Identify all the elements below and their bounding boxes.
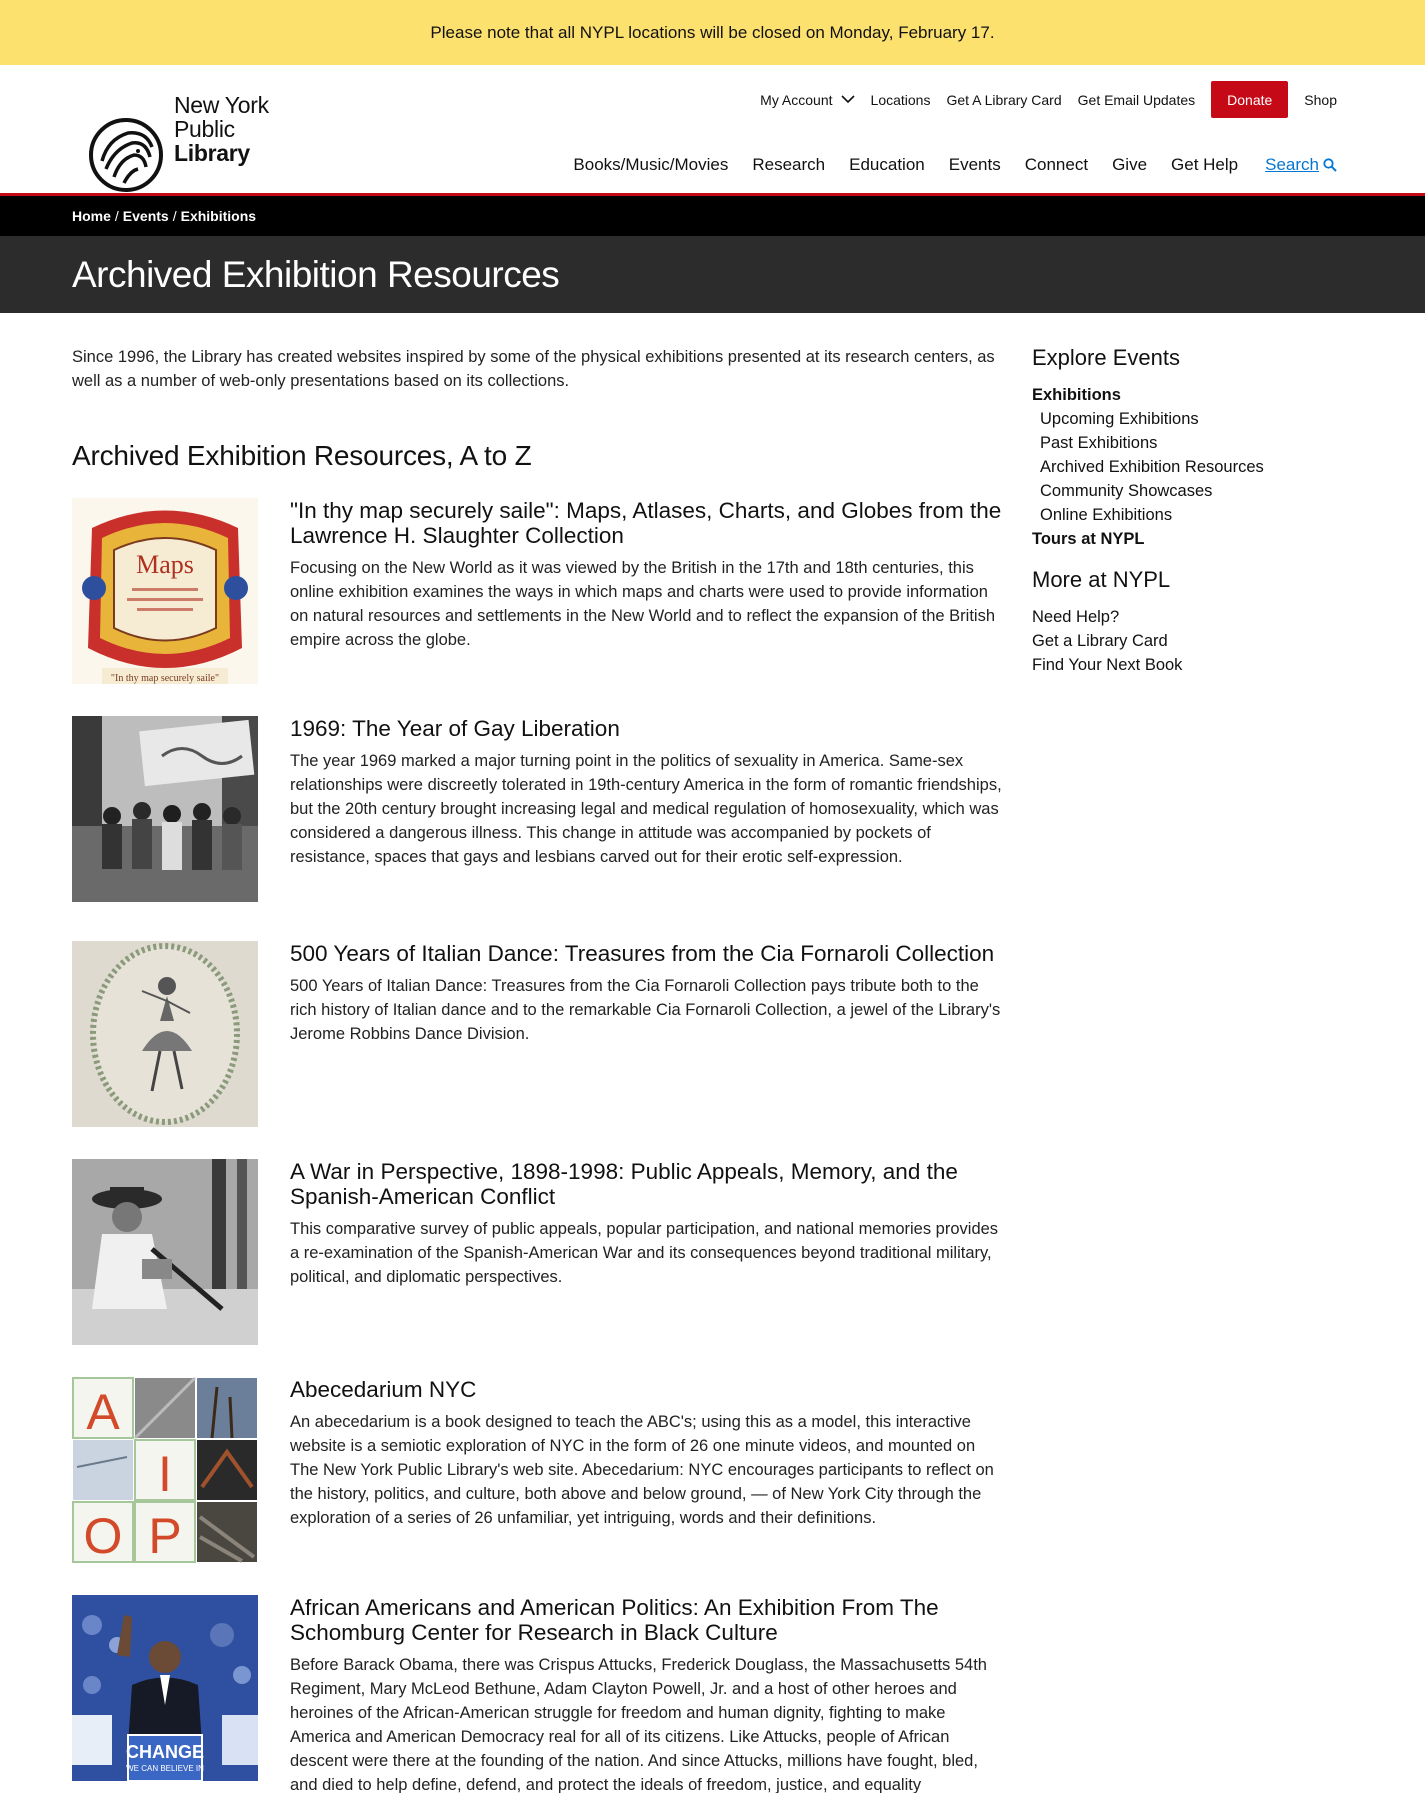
sidebar-item-tours[interactable]: Tours at NYPL [1032,527,1352,551]
italian-dance-engraving [72,941,258,1127]
item-description: Before Barack Obama, there was Crispus A… [290,1656,987,1793]
nav-give[interactable]: Give [1112,155,1147,175]
sidebar-item-library-card[interactable]: Get a Library Card [1032,629,1352,653]
search-link[interactable]: Search [1265,155,1337,175]
alert-text: Please note that all NYPL locations will… [430,22,995,42]
search-icon [1323,158,1337,172]
sidebar-item-exhibitions[interactable]: Exhibitions [1032,383,1352,407]
chevron-down-icon [840,95,855,104]
item-title-link[interactable]: 500 Years of Italian Dance: Treasures fr… [290,941,1002,966]
item-title-link[interactable]: African Americans and American Politics:… [290,1595,1002,1645]
item-thumbnail[interactable]: CHANGE WE CAN BELIEVE IN [72,1595,258,1781]
breadcrumb-exhibitions[interactable]: Exhibitions [181,208,256,224]
sidebar-item-online-exhibitions[interactable]: Online Exhibitions [1032,503,1352,527]
item-title-link[interactable]: Abecedarium NYC [290,1377,1002,1402]
donate-button[interactable]: Donate [1211,81,1289,118]
nav-research[interactable]: Research [752,155,825,175]
item-text: A War in Perspective, 1898-1998: Public … [290,1159,1002,1289]
sidebar: Explore Events Exhibitions Upcoming Exhi… [1032,345,1352,677]
maps-thumb-caption: "In thy map securely saile" [111,673,219,684]
maps-cartouche-image: Maps "In thy map securely saile" [72,498,258,684]
logo-line-1: New York [174,92,269,118]
breadcrumb: Home / Events / Exhibitions [0,196,1425,236]
item-thumbnail[interactable] [72,716,258,902]
breadcrumb-separator: / [172,208,177,224]
item-thumbnail[interactable]: Maps "In thy map securely saile" [72,498,258,684]
breadcrumb-events[interactable]: Events [123,208,169,224]
item-thumbnail[interactable] [72,1159,258,1345]
nav-get-help[interactable]: Get Help [1171,155,1238,175]
sidebar-item-next-book[interactable]: Find Your Next Book [1032,653,1352,677]
item-text: 1969: The Year of Gay Liberation The yea… [290,716,1002,869]
main-nav: Books/Music/Movies Research Education Ev… [549,155,1337,175]
nypl-logo[interactable]: New York Public Library [88,79,278,192]
logo-line-2: Public [174,116,235,142]
utility-nav: My Account Locations Get A Library Card … [744,81,1337,118]
closure-alert-banner: Please note that all NYPL locations will… [0,0,1425,65]
my-account-label: My Account [760,91,833,108]
item-thumbnail[interactable] [72,941,258,1127]
logo-line-3: Library [174,140,250,166]
nav-events[interactable]: Events [949,155,1001,175]
abecedarium-grid-image: A I O P [72,1377,258,1563]
logo-wordmark: New York Public Library [174,93,269,165]
spanish-american-war-photo [72,1159,258,1345]
item-description: 500 Years of Italian Dance: Treasures fr… [290,977,1001,1043]
site-header: New York Public Library My Account Locat… [0,65,1425,196]
sidebar-item-upcoming-exhibitions[interactable]: Upcoming Exhibitions [1032,407,1352,431]
maps-thumb-title: Maps [136,550,194,579]
abecedarium-letter: P [148,1508,181,1563]
sidebar-item-archived-exhibition-resources[interactable]: Archived Exhibition Resources [1032,455,1352,479]
abecedarium-letter: I [158,1446,172,1502]
nav-education[interactable]: Education [849,155,925,175]
item-text: "In thy map securely saile": Maps, Atlas… [290,498,1002,652]
item-title-link[interactable]: "In thy map securely saile": Maps, Atlas… [290,498,1002,548]
item-text: Abecedarium NYC An abecedarium is a book… [290,1377,1002,1530]
item-description: This comparative survey of public appeal… [290,1220,999,1286]
item-text: 500 Years of Italian Dance: Treasures fr… [290,941,1002,1046]
item-description: An abecedarium is a book designed to tea… [290,1413,994,1527]
intro-text: Since 1996, the Library has created webs… [72,348,995,390]
abecedarium-letter: O [84,1508,123,1563]
breadcrumb-separator: / [114,208,119,224]
nav-books-music-movies[interactable]: Books/Music/Movies [573,155,728,175]
item-text: African Americans and American Politics:… [290,1595,1002,1793]
item-title-link[interactable]: 1969: The Year of Gay Liberation [290,716,1002,741]
explore-events-heading: Explore Events [1032,345,1180,370]
sidebar-item-community-showcases[interactable]: Community Showcases [1032,479,1352,503]
section-heading: Archived Exhibition Resources, A to Z [72,440,532,471]
nav-connect[interactable]: Connect [1025,155,1088,175]
email-updates-link[interactable]: Get Email Updates [1078,92,1196,108]
item-thumbnail[interactable]: A I O P [72,1377,258,1563]
my-account-menu[interactable]: My Account [760,91,855,108]
get-library-card-link[interactable]: Get A Library Card [946,92,1061,108]
item-title-link[interactable]: A War in Perspective, 1898-1998: Public … [290,1159,1002,1209]
sidebar-item-need-help[interactable]: Need Help? [1032,605,1352,629]
item-description: Focusing on the New World as it was view… [290,559,995,649]
page-title-bar: Archived Exhibition Resources [0,236,1425,313]
breadcrumb-home[interactable]: Home [72,208,111,224]
item-description: The year 1969 marked a major turning poi… [290,752,1002,866]
main-content: Since 1996, the Library has created webs… [72,345,1002,1793]
shop-link[interactable]: Shop [1304,92,1337,108]
sidebar-item-past-exhibitions[interactable]: Past Exhibitions [1032,431,1352,455]
lion-icon [89,118,163,192]
search-label: Search [1265,155,1319,174]
page-title: Archived Exhibition Resources [72,253,560,295]
change-sign-text: CHANGE [126,1742,204,1762]
change-sign-subtext: WE CAN BELIEVE IN [126,1764,204,1773]
abecedarium-letter: A [86,1384,120,1440]
obama-change-photo: CHANGE WE CAN BELIEVE IN [72,1595,258,1781]
gay-liberation-photo [72,716,258,902]
more-at-nypl-heading: More at NYPL [1032,567,1171,592]
locations-link[interactable]: Locations [871,92,931,108]
